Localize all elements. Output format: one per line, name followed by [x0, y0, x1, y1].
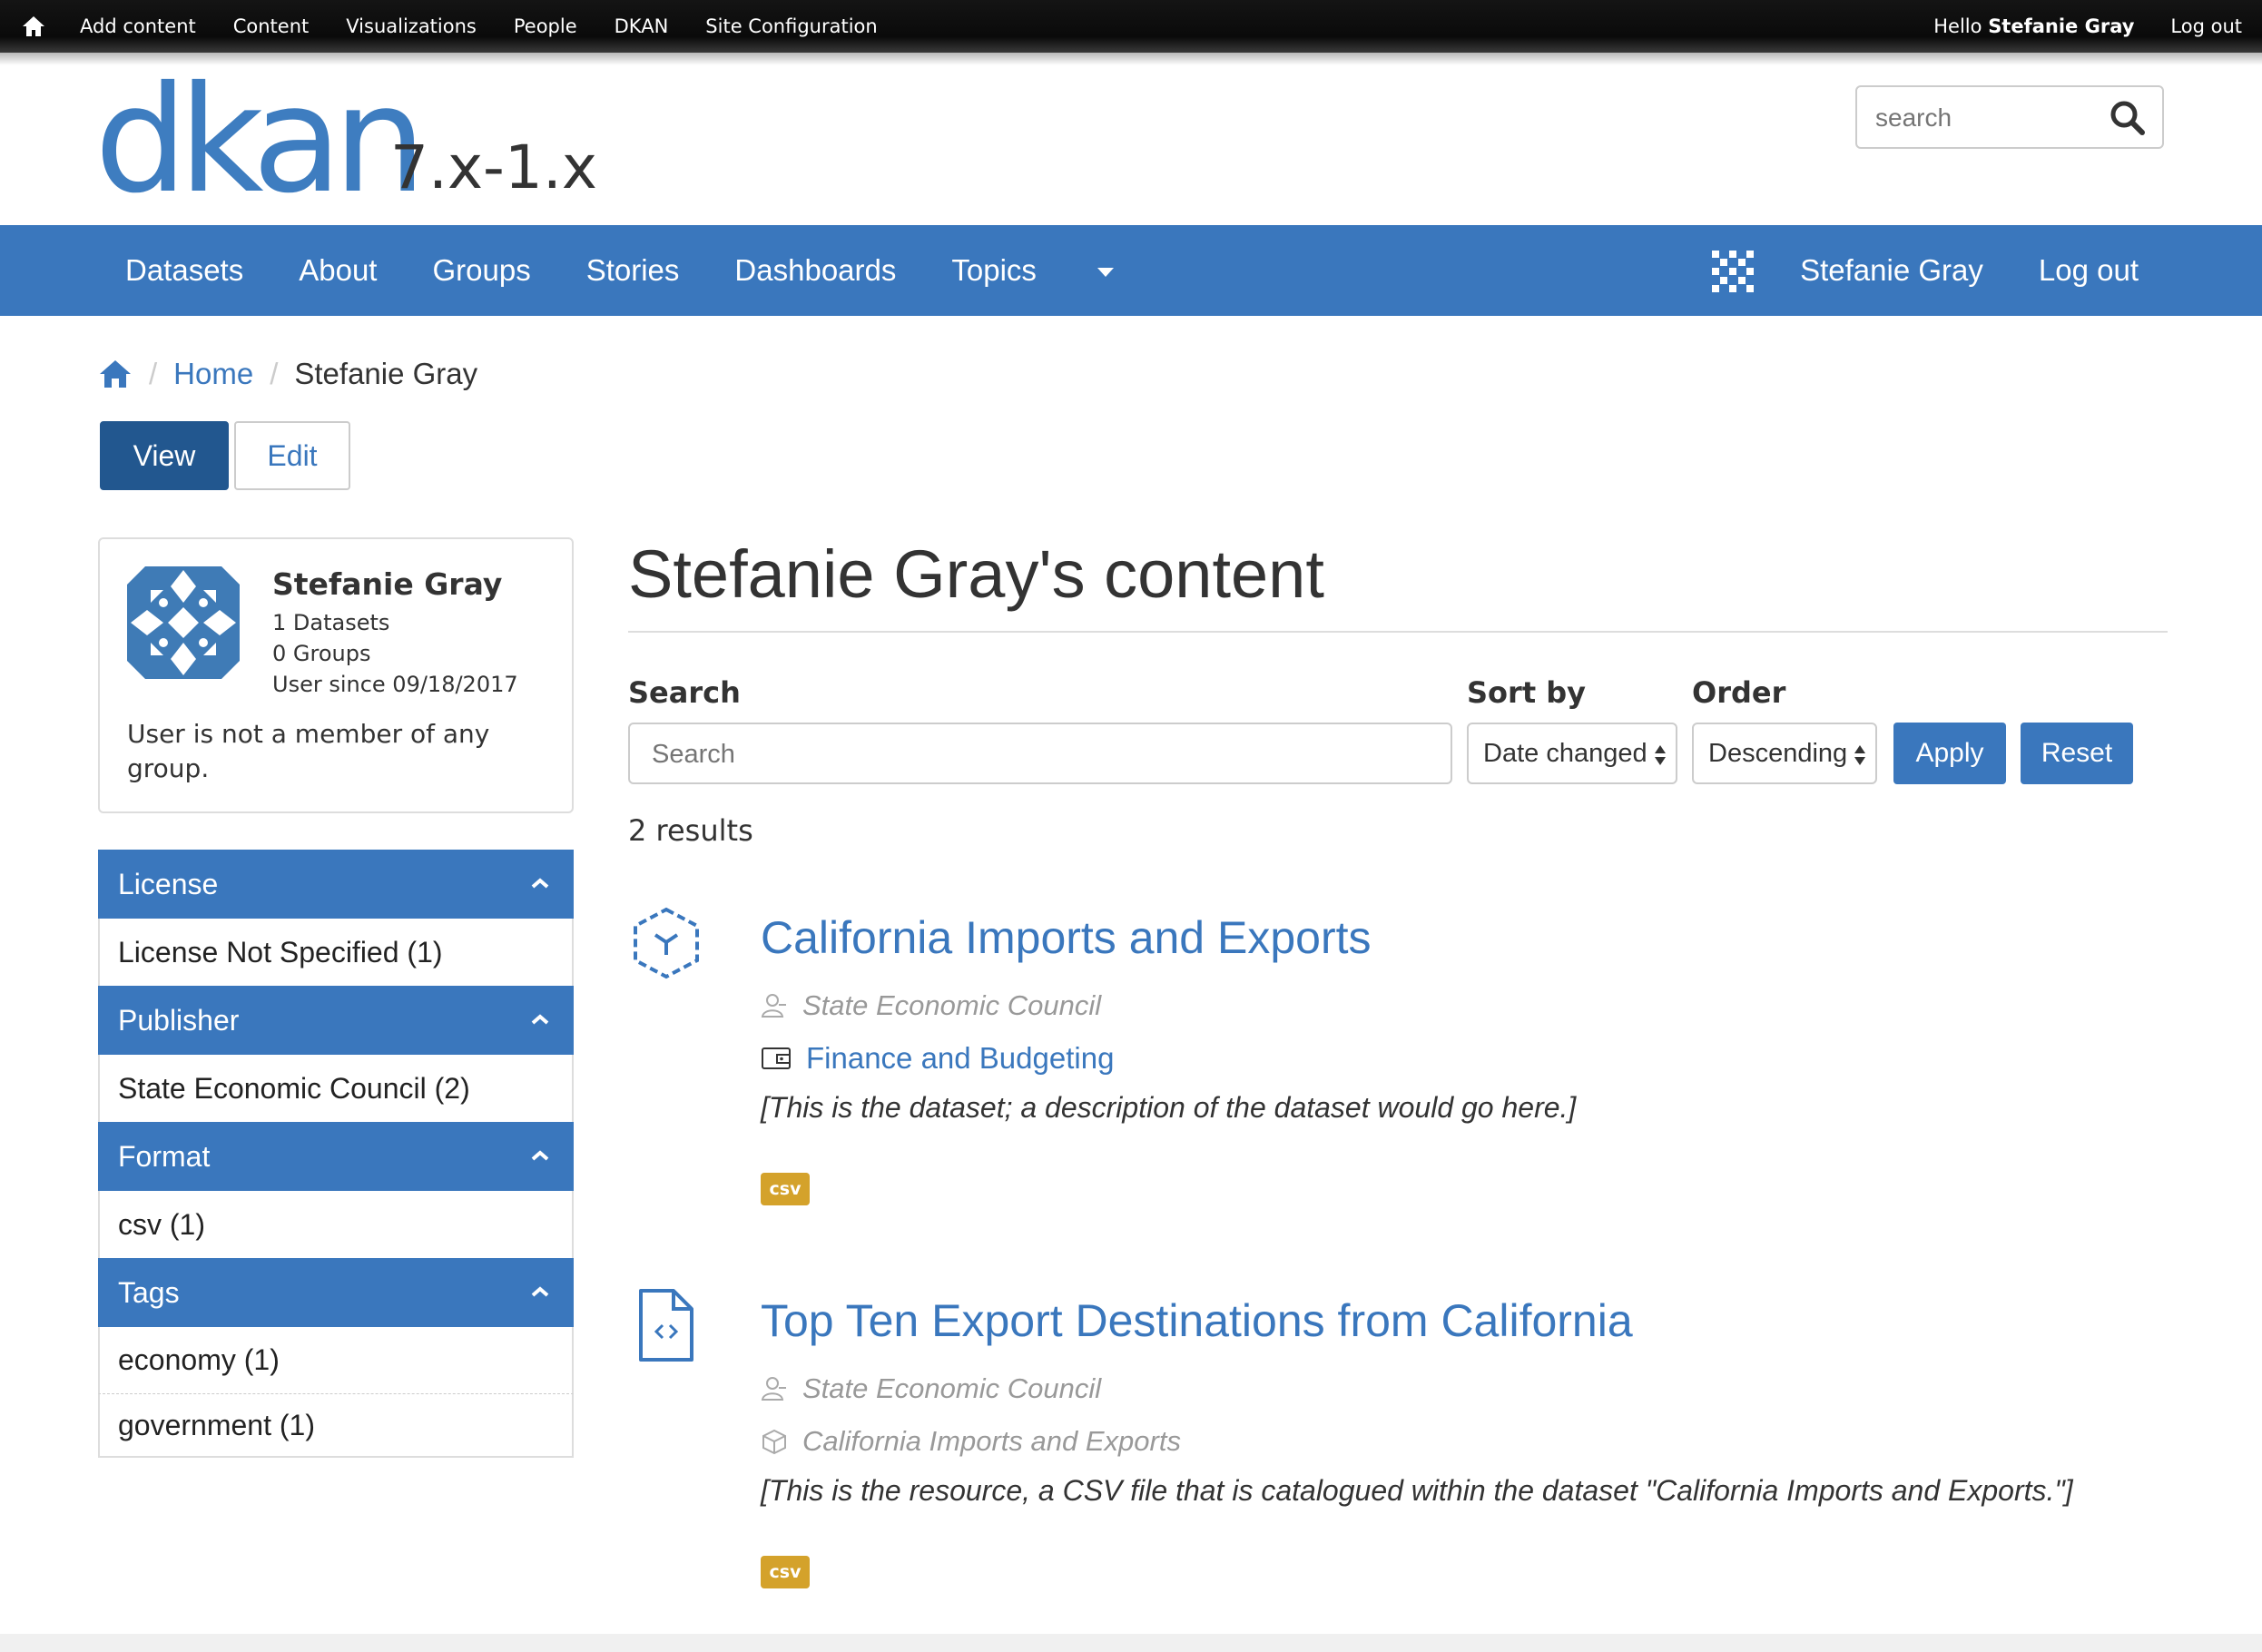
- breadcrumb-home[interactable]: Home: [173, 357, 253, 391]
- home-icon[interactable]: [98, 359, 133, 389]
- profile-group-note: User is not a member of any group.: [127, 719, 490, 783]
- facet-publisher-header[interactable]: Publisher: [98, 986, 574, 1055]
- breadcrumb-separator: /: [149, 357, 158, 390]
- site-search-input[interactable]: [1875, 98, 2102, 138]
- resource-file-code-icon: [639, 1289, 693, 1362]
- chevron-up-icon: [531, 1014, 549, 1025]
- chevron-up-icon: [531, 878, 549, 889]
- select-arrows-icon: [1854, 745, 1865, 765]
- admin-logout-link[interactable]: Log out: [2170, 15, 2242, 37]
- nav-user-name[interactable]: Stefanie Gray: [1800, 253, 1983, 288]
- site-search-box[interactable]: [1855, 85, 2164, 149]
- results-count: 2 results: [628, 813, 753, 848]
- result-publisher: State Economic Council: [761, 988, 1101, 1024]
- nav-logout[interactable]: Log out: [2039, 253, 2139, 288]
- publisher-icon: [761, 994, 786, 1018]
- facet-title: Tags: [118, 1275, 180, 1309]
- result-publisher-name: State Economic Council: [802, 989, 1102, 1021]
- admin-menu-visualizations[interactable]: Visualizations: [346, 15, 477, 37]
- result-topic-link[interactable]: Finance and Budgeting: [806, 1041, 1114, 1076]
- wallet-icon: [762, 1047, 791, 1069]
- admin-menu-dkan[interactable]: DKAN: [615, 15, 669, 37]
- order-select[interactable]: Descending: [1692, 723, 1877, 784]
- publisher-icon: [761, 1377, 786, 1401]
- facet-item-csv[interactable]: csv (1): [98, 1191, 574, 1258]
- format-badge-csv: csv: [761, 1173, 810, 1205]
- facet-item-government[interactable]: government (1): [98, 1394, 574, 1458]
- main-navigation: Datasets About Groups Stories Dashboards…: [0, 225, 2262, 316]
- nav-stories[interactable]: Stories: [586, 253, 680, 288]
- caret-down-icon: [1097, 268, 1114, 278]
- search-label: Search: [628, 675, 741, 710]
- admin-menu-people[interactable]: People: [514, 15, 577, 37]
- user-avatar-icon: [127, 566, 240, 679]
- nav-groups[interactable]: Groups: [432, 253, 530, 288]
- format-badge-csv: csv: [761, 1556, 810, 1588]
- breadcrumb-current: Stefanie Gray: [294, 357, 478, 390]
- page-title: Stefanie Gray's content: [628, 536, 1324, 612]
- profile-member-since: User since 09/18/2017: [272, 672, 518, 697]
- search-icon[interactable]: [2110, 100, 2146, 136]
- nav-dashboards[interactable]: Dashboards: [734, 253, 896, 288]
- result-description: [This is the resource, a CSV file that i…: [761, 1474, 2073, 1507]
- chevron-up-icon: [531, 1150, 549, 1161]
- sort-label: Sort by: [1467, 675, 1587, 710]
- chevron-up-icon: [531, 1286, 549, 1297]
- profile-name: Stefanie Gray: [272, 566, 503, 602]
- breadcrumb: / Home / Stefanie Gray: [98, 354, 477, 394]
- facet-tags-header[interactable]: Tags: [98, 1258, 574, 1327]
- result-parent-dataset: California Imports and Exports: [761, 1423, 1181, 1460]
- result-publisher: State Economic Council: [761, 1371, 1101, 1407]
- facet-item-state-economic-council[interactable]: State Economic Council (2): [98, 1055, 574, 1122]
- result-title-link[interactable]: California Imports and Exports: [761, 911, 1372, 964]
- admin-greeting[interactable]: Hello Stefanie Gray: [1933, 15, 2134, 37]
- greeting-word: Hello: [1933, 15, 1982, 37]
- facet-format-header[interactable]: Format: [98, 1122, 574, 1191]
- nav-datasets[interactable]: Datasets: [125, 253, 243, 288]
- admin-menu-site-configuration[interactable]: Site Configuration: [705, 15, 877, 37]
- sort-by-select[interactable]: Date changed: [1467, 723, 1677, 784]
- result-title-link[interactable]: Top Ten Export Destinations from Califor…: [761, 1294, 1633, 1347]
- nav-about[interactable]: About: [299, 253, 377, 288]
- reset-button[interactable]: Reset: [2021, 723, 2133, 784]
- dataset-cube-icon: [762, 1429, 786, 1455]
- facet-item-license-not-specified[interactable]: License Not Specified (1): [98, 919, 574, 986]
- site-logo[interactable]: dkan: [94, 67, 427, 214]
- facet-title: License: [118, 867, 219, 900]
- admin-menu-add-content[interactable]: Add content: [80, 15, 196, 37]
- home-icon[interactable]: [20, 13, 47, 40]
- apply-button[interactable]: Apply: [1893, 723, 2006, 784]
- admin-toolbar: Add content Content Visualizations Peopl…: [0, 0, 2262, 53]
- result-parent-dataset-name: California Imports and Exports: [802, 1425, 1181, 1457]
- result-publisher-name: State Economic Council: [802, 1372, 1102, 1404]
- breadcrumb-separator: /: [270, 357, 279, 390]
- profile-datasets-count: 1 Datasets: [272, 610, 390, 635]
- nav-topics[interactable]: Topics: [951, 253, 1169, 288]
- footer-strip: [0, 1634, 2262, 1652]
- order-label: Order: [1692, 675, 1786, 710]
- result-topic[interactable]: Finance and Budgeting: [761, 1040, 1114, 1077]
- sort-by-value: Date changed: [1483, 738, 1647, 768]
- tab-edit[interactable]: Edit: [234, 421, 350, 490]
- nav-topics-label: Topics: [951, 253, 1037, 287]
- result-description: [This is the dataset; a description of t…: [761, 1091, 1577, 1124]
- user-profile-card: Stefanie Gray 1 Datasets 0 Groups User s…: [98, 537, 574, 813]
- facet-license-header[interactable]: License: [98, 850, 574, 919]
- content-search-input[interactable]: [652, 735, 1423, 773]
- facet-title: Publisher: [118, 1003, 240, 1037]
- select-arrows-icon: [1655, 745, 1666, 765]
- site-version: 7.x-1.x: [390, 133, 597, 202]
- facet-title: Format: [118, 1139, 211, 1173]
- admin-menu-content[interactable]: Content: [233, 15, 310, 37]
- content-search-field[interactable]: [628, 723, 1452, 784]
- admin-user-name: Stefanie Gray: [1988, 15, 2135, 37]
- tab-view[interactable]: View: [100, 421, 229, 490]
- dataset-cube-icon: [634, 907, 699, 979]
- title-divider: [628, 631, 2168, 633]
- order-value: Descending: [1708, 738, 1848, 768]
- profile-groups-count: 0 Groups: [272, 641, 371, 666]
- facet-item-economy[interactable]: economy (1): [98, 1327, 574, 1394]
